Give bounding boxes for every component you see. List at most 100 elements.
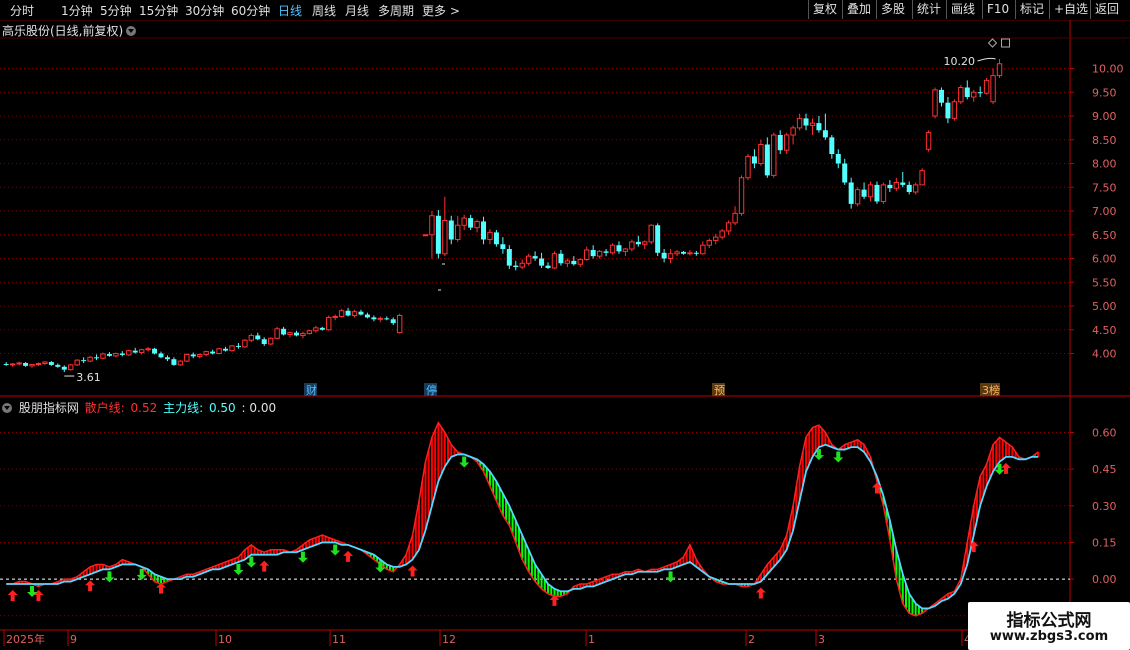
high-marker-line (977, 57, 996, 62)
buy-arrow-icon (1000, 462, 1011, 474)
price-tick-label: 7.50 (1092, 181, 1117, 194)
candle-body-up (951, 101, 958, 119)
buy-arrow-icon (7, 590, 18, 601)
candle-body-up (596, 250, 603, 257)
buy-arrow-icon (407, 565, 418, 577)
candle-body-down (3, 363, 9, 365)
grid-lines (0, 20, 1130, 650)
candle-body-up (16, 362, 22, 365)
candle-body-down (539, 258, 545, 266)
event-marker: 停 (426, 383, 437, 397)
candle-body-down (481, 221, 487, 240)
osc-tick-label: 0.45 (1092, 463, 1117, 476)
osc-tick-label: 0.15 (1092, 536, 1117, 549)
candle-body-down (371, 317, 377, 320)
chart-canvas[interactable]: 3.6110.20财停预 3榜 10.009.509.008.508.007.50… (0, 0, 1130, 650)
candle-body-down (635, 241, 641, 245)
candle-body-up (9, 363, 16, 366)
event-marker: 财 (306, 383, 317, 397)
price-tick-label: 4.00 (1092, 348, 1117, 361)
date-label: 11 (332, 633, 346, 646)
candle-body-up (29, 363, 35, 367)
candle-body-down (94, 357, 100, 359)
candle-body-down (171, 359, 177, 365)
candle-body-up (932, 89, 938, 117)
price-tick-label: 9.50 (1092, 86, 1117, 99)
candle-body-up (925, 132, 932, 150)
osc-tick-label: 0.00 (1092, 573, 1117, 586)
candle-body-up (306, 330, 313, 335)
price-tick-label: 5.00 (1092, 300, 1117, 313)
dropdown-circle-icon[interactable] (126, 26, 137, 36)
candle-body-down (293, 332, 299, 336)
candle-body-down (23, 363, 29, 366)
sell-arrow-icon (233, 564, 244, 575)
candle-body-down (842, 163, 848, 183)
price-tick-label: 8.00 (1092, 158, 1117, 171)
candle-body-up (996, 63, 1003, 77)
candle-body-up (577, 258, 583, 265)
candle-body-up (919, 170, 925, 186)
sell-arrow-icon (297, 551, 308, 563)
candle-body-down (190, 354, 196, 357)
candle-body-down (816, 123, 822, 131)
candle-body-down (764, 144, 770, 176)
candle-body-down (964, 87, 970, 97)
candle-body-down (81, 360, 87, 362)
candle-body-up (719, 230, 725, 238)
candle-body-down (887, 184, 893, 189)
candle-body-up (422, 234, 429, 237)
main-line-label: 主力线: (163, 401, 204, 415)
price-tick-label: 9.00 (1092, 110, 1117, 123)
candle-body-up (854, 189, 861, 205)
candle-body-up (229, 345, 235, 352)
stock-title-bar: 高乐股份(日线,前复权) (2, 22, 137, 39)
candle-body-up (609, 244, 616, 254)
candle-body-down (281, 328, 287, 335)
watermark-url: www.zbgs3.com (989, 629, 1109, 644)
stock-title: 高乐股份(日线,前复权) (2, 24, 124, 38)
candle-body-up (487, 231, 493, 240)
candle-body-up (351, 311, 358, 317)
candle-body-up (809, 122, 816, 126)
event-marker: 预 (714, 384, 725, 397)
candle-body-up (396, 315, 403, 334)
candle-body-up (216, 348, 222, 354)
candle-body-up (867, 184, 874, 198)
candle-body-up (100, 353, 106, 359)
candle-body-up (990, 75, 996, 103)
candle-body-up (519, 262, 525, 268)
indicator-dropdown-icon[interactable] (2, 403, 12, 413)
candle-body-up (700, 244, 706, 255)
candle-body-down (223, 348, 229, 351)
candle-body-up (564, 260, 571, 264)
extra-value: : 0.00 (241, 401, 277, 415)
candle-body-up (461, 217, 467, 226)
candle-body-up (796, 117, 803, 129)
candle-body-up (138, 349, 145, 354)
buy-arrow-icon (85, 580, 96, 592)
candle-body-down (616, 245, 622, 252)
candle-body-down (132, 350, 138, 353)
candle-body-down (164, 357, 170, 360)
candle-body-down (532, 256, 538, 259)
candle-body-down (435, 215, 441, 254)
candle-body-down (803, 118, 809, 126)
candle-body-down (938, 89, 944, 103)
sell-arrow-icon (459, 456, 470, 468)
candle-body-down (900, 182, 906, 185)
candle-body-up (274, 328, 280, 339)
date-label: 3 (818, 633, 825, 646)
price-tick-label: 4.50 (1092, 324, 1117, 337)
buy-arrow-icon (259, 560, 270, 572)
candle-body-up (745, 155, 751, 179)
candle-body-up (248, 334, 255, 341)
indicator-name[interactable]: 股朋指标网 (19, 401, 79, 415)
candle-body-down (603, 251, 609, 253)
candle-body-up (687, 252, 693, 255)
candle-body-up (629, 241, 635, 250)
candle-body-down (571, 260, 577, 265)
price-tick-label: 8.50 (1092, 134, 1117, 147)
candle-body-up (893, 182, 900, 189)
candle-body-down (513, 265, 519, 268)
